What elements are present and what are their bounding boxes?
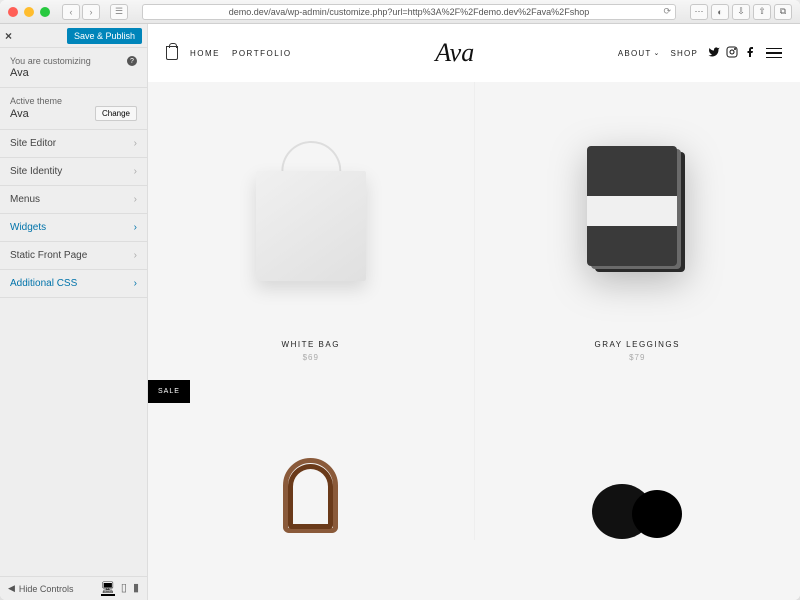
url-text: demo.dev/ava/wp-admin/customize.php?url=… <box>229 7 589 17</box>
product-title: WHITE BAG <box>282 340 340 349</box>
instagram-icon[interactable] <box>726 46 738 61</box>
site-logo[interactable]: Ava <box>435 38 474 68</box>
cart-icon[interactable] <box>166 46 178 60</box>
browser-titlebar: ‹ › ☰ demo.dev/ava/wp-admin/customize.ph… <box>0 0 800 24</box>
section-site-identity[interactable]: Site Identity› <box>0 158 147 186</box>
sidebar-toggle-button[interactable]: ☰ <box>110 4 128 20</box>
forward-button[interactable]: › <box>82 4 100 20</box>
active-theme-name: Ava <box>10 108 29 120</box>
product-price: $69 <box>282 353 340 362</box>
section-additional-css[interactable]: Additional CSS› <box>0 270 147 298</box>
product-card[interactable]: SALE <box>148 380 474 540</box>
hide-controls-button[interactable]: ◀ Hide Controls <box>8 583 73 594</box>
downloads-button[interactable]: ⇩ <box>732 4 750 20</box>
change-theme-button[interactable]: Change <box>95 106 137 121</box>
customizing-label: You are customizing <box>10 56 91 66</box>
site-preview: HOME PORTFOLIO Ava ABOUT⌄ SHOP <box>148 24 800 600</box>
maximize-window-button[interactable] <box>40 7 50 17</box>
help-icon[interactable]: ? <box>127 56 137 66</box>
device-desktop-button[interactable]: 🖥 <box>101 581 115 596</box>
section-static-front-page[interactable]: Static Front Page› <box>0 242 147 270</box>
product-image <box>271 380 351 540</box>
reader-button[interactable]: ⋯ <box>690 4 708 20</box>
menu-toggle-button[interactable] <box>766 48 782 59</box>
product-card[interactable]: GRAY LEGGINGS $79 <box>475 82 800 380</box>
minimize-window-button[interactable] <box>24 7 34 17</box>
back-button[interactable]: ‹ <box>62 4 80 20</box>
sale-badge: SALE <box>148 380 190 403</box>
nav-shop[interactable]: SHOP <box>671 49 698 58</box>
chevron-right-icon: › <box>134 166 137 177</box>
customizer-sections-list: Site Editor› Site Identity› Menus› Widge… <box>0 130 147 298</box>
product-card[interactable] <box>475 380 800 540</box>
product-image <box>587 82 687 340</box>
chevron-right-icon: › <box>134 138 137 149</box>
close-window-button[interactable] <box>8 7 18 17</box>
section-menus[interactable]: Menus› <box>0 186 147 214</box>
chevron-right-icon: › <box>134 222 137 233</box>
facebook-icon[interactable] <box>744 46 756 61</box>
chevron-down-icon: ⌄ <box>653 49 660 57</box>
section-site-editor[interactable]: Site Editor› <box>0 130 147 158</box>
chevron-right-icon: › <box>134 250 137 261</box>
save-publish-button[interactable]: Save & Publish <box>67 28 142 44</box>
share-button[interactable]: ⇧ <box>753 4 771 20</box>
nav-about[interactable]: ABOUT⌄ <box>618 49 661 58</box>
collapse-icon: ◀ <box>8 583 15 594</box>
nav-portfolio[interactable]: PORTFOLIO <box>232 49 292 58</box>
product-image <box>256 82 366 340</box>
customizing-target: Ava <box>10 67 137 79</box>
customizer-sidebar: × Save & Publish You are customizing ? A… <box>0 24 148 600</box>
product-title: GRAY LEGGINGS <box>595 340 680 349</box>
refresh-icon[interactable]: ⟳ <box>663 6 671 17</box>
product-price: $79 <box>595 353 680 362</box>
url-bar[interactable]: demo.dev/ava/wp-admin/customize.php?url=… <box>142 4 676 20</box>
chevron-right-icon: › <box>134 194 137 205</box>
site-header: HOME PORTFOLIO Ava ABOUT⌄ SHOP <box>148 24 800 82</box>
tabs-button[interactable]: ⧉ <box>774 4 792 20</box>
close-customizer-button[interactable]: × <box>5 29 12 43</box>
active-theme-label: Active theme <box>10 96 137 106</box>
nav-home[interactable]: HOME <box>190 49 220 58</box>
product-image <box>592 380 682 540</box>
twitter-icon[interactable] <box>708 46 720 61</box>
product-card[interactable]: WHITE BAG $69 <box>148 82 474 380</box>
device-tablet-button[interactable]: ▯ <box>121 581 127 596</box>
window-controls <box>8 7 50 17</box>
chevron-right-icon: › <box>134 278 137 289</box>
onepassword-button[interactable]: ◐ <box>711 4 729 20</box>
section-widgets[interactable]: Widgets› <box>0 214 147 242</box>
device-mobile-button[interactable]: ▮ <box>133 581 139 596</box>
